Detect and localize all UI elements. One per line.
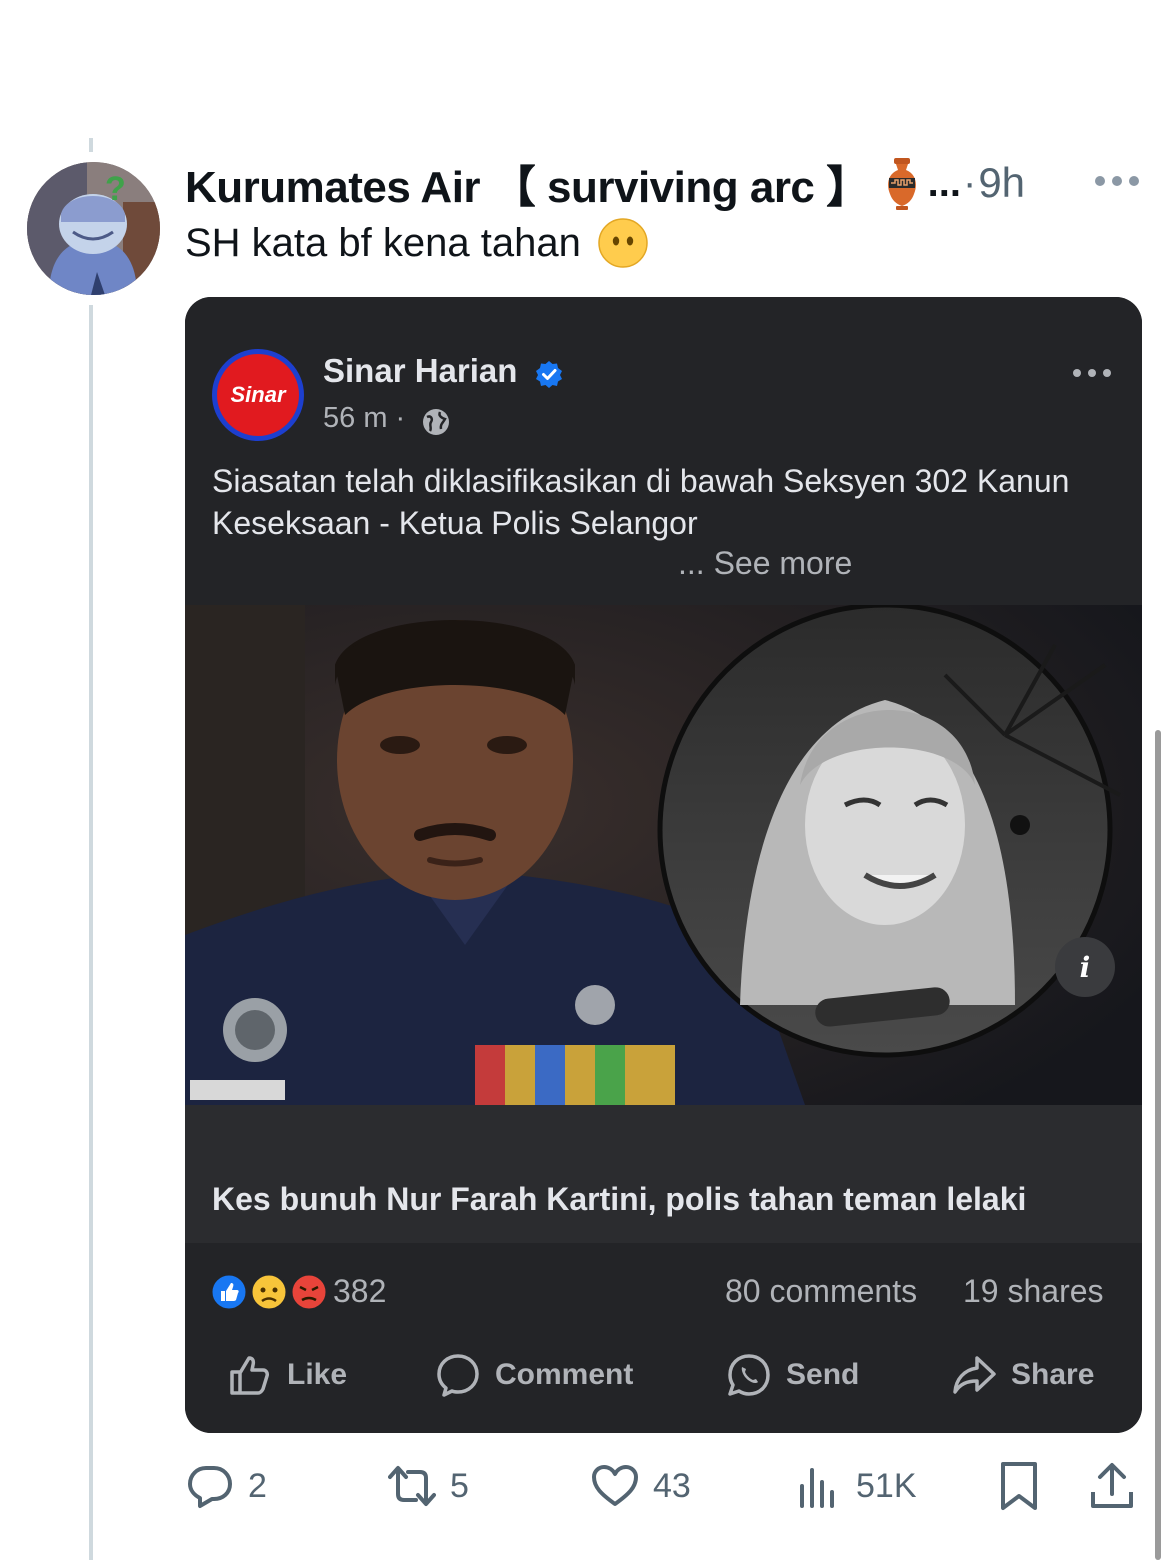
name-truncation: ... xyxy=(927,160,961,205)
heart-icon xyxy=(592,1465,638,1506)
reaction-icons xyxy=(209,1272,329,1312)
face-without-mouth-emoji xyxy=(598,218,648,268)
fb-more-options-icon xyxy=(1073,369,1111,377)
repost-button[interactable]: 5 xyxy=(388,1460,469,1512)
fb-post-time: 56 m · xyxy=(323,402,406,434)
more-options-icon[interactable] xyxy=(1094,174,1140,188)
like-count: 43 xyxy=(653,1466,691,1505)
comments-count: 80 comments xyxy=(725,1273,918,1309)
display-name[interactable]: Kurumates Air 【 surviving arc 】 xyxy=(185,151,870,215)
fb-send-action: Send xyxy=(726,1351,859,1399)
repost-count: 5 xyxy=(450,1466,469,1505)
sinar-harian-logo: Sinar xyxy=(212,349,304,441)
share-arrow-icon xyxy=(953,1356,996,1394)
fb-like-action: Like xyxy=(227,1351,347,1399)
link-preview: Kes bunuh Nur Farah Kartini, polis tahan… xyxy=(185,1105,1142,1243)
see-more-link: ... See more xyxy=(678,545,853,581)
fb-send-label: Send xyxy=(786,1358,860,1391)
thread-line xyxy=(89,305,93,1560)
scrollbar-thumb[interactable] xyxy=(1155,730,1161,1560)
tweet-header: Kurumates Air 【 surviving arc 】 ... · 9h xyxy=(185,154,1025,212)
link-headline: Kes bunuh Nur Farah Kartini, polis tahan… xyxy=(212,1181,1027,1217)
thread-line-top xyxy=(89,138,93,152)
info-icon: i xyxy=(1055,937,1115,997)
repost-icon xyxy=(388,1466,436,1506)
share-upload-icon[interactable] xyxy=(1088,1460,1136,1512)
fb-comment-action: Comment xyxy=(435,1351,633,1399)
reply-icon xyxy=(188,1466,232,1508)
angry-reaction-icon xyxy=(289,1272,329,1312)
thumbs-up-icon xyxy=(230,1356,269,1395)
globe-icon xyxy=(423,409,449,435)
tweet-timestamp[interactable]: 9h xyxy=(978,159,1025,207)
views-chart-icon xyxy=(800,1468,834,1508)
shares-count: 19 shares xyxy=(963,1273,1104,1309)
fb-like-label: Like xyxy=(287,1358,348,1391)
avatar[interactable]: ? xyxy=(27,162,160,295)
fb-post-body: Siasatan telah diklasifikasikan di bawah… xyxy=(212,463,1070,541)
reply-button[interactable]: 2 xyxy=(186,1460,267,1512)
news-photo-illustration xyxy=(185,605,1142,1105)
tweet-text: SH kata bf kena tahan xyxy=(185,218,649,268)
avatar-image: ? xyxy=(27,162,160,295)
fb-engagement-bar: 382 80 comments 19 shares Like Comment S… xyxy=(185,1243,1142,1433)
comment-bubble-icon xyxy=(437,1354,479,1397)
reply-count: 2 xyxy=(248,1466,267,1505)
views-button[interactable]: 51K xyxy=(794,1460,917,1512)
amphora-emoji xyxy=(887,158,916,210)
like-button[interactable]: 43 xyxy=(591,1460,691,1512)
fb-share-action: Share xyxy=(951,1351,1094,1399)
tweet-text-content: SH kata bf kena tahan xyxy=(185,220,581,265)
bookmark-icon[interactable] xyxy=(995,1460,1043,1512)
tweet-media-image[interactable]: Sinar Sinar Harian 56 m · Siasatan telah… xyxy=(185,297,1142,1433)
views-count: 51K xyxy=(856,1466,917,1505)
news-photo: i xyxy=(185,605,1142,1105)
sad-reaction-icon xyxy=(249,1272,289,1312)
fb-page-name: Sinar Harian xyxy=(323,352,518,389)
logo-text: Sinar xyxy=(217,354,299,436)
fb-share-label: Share xyxy=(1011,1358,1095,1391)
reaction-count: 382 xyxy=(333,1273,387,1309)
verified-badge-icon xyxy=(536,361,562,388)
whatsapp-send-icon xyxy=(728,1354,770,1396)
separator-dot: · xyxy=(962,160,977,205)
svg-text:?: ? xyxy=(105,170,126,208)
fb-post-header: Sinar Sinar Harian 56 m · Siasatan telah… xyxy=(185,297,1142,605)
fb-comment-label: Comment xyxy=(495,1358,634,1391)
